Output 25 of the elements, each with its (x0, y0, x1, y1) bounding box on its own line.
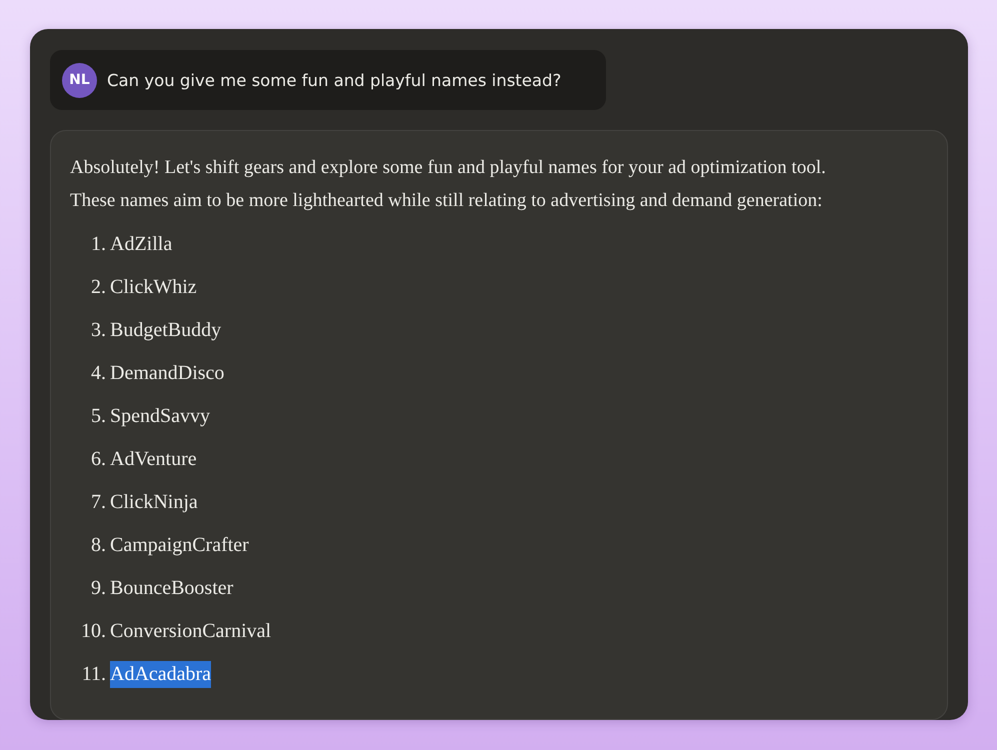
list-item-text: ClickWhiz (110, 275, 197, 300)
response-intro-text: Absolutely! Let's shift gears and explore some fun and playful names for your ad optimization tool. These names aim to be more lighthearted while still relating to advertising and demand generation: (70, 156, 827, 213)
list-item-text: SpendSavvy (110, 404, 210, 429)
user-avatar: NL (62, 62, 97, 98)
user-message-text: Can you give me some fun and playful names instead? (107, 70, 562, 90)
list-item-text: CampaignCrafter (110, 533, 249, 558)
list-number: 3. (90, 319, 106, 342)
list-number: 5. (90, 405, 106, 428)
list-item-text: AdZilla (110, 232, 172, 257)
list-number: 8. (90, 534, 106, 557)
list-number: 1. (90, 233, 106, 256)
list-item-text: AdAcadabra (110, 661, 212, 688)
list-number: 2. (90, 276, 106, 299)
list-item-text: AdVenture (110, 447, 197, 472)
list-item-text: ClickNinja (110, 490, 198, 515)
list-item-text: BounceBooster (110, 576, 234, 601)
list-item-text: DemandDisco (110, 361, 224, 386)
list-number: 4. (90, 362, 106, 385)
list-number: 6. (90, 448, 106, 471)
list-number: 7. (90, 491, 106, 514)
list-item-text: BudgetBuddy (110, 318, 222, 343)
list-number: 10. (80, 620, 106, 643)
list-number: 9. (90, 577, 106, 600)
list-item-text: ConversionCarnival (110, 619, 272, 644)
list-number: 11. (80, 663, 106, 686)
